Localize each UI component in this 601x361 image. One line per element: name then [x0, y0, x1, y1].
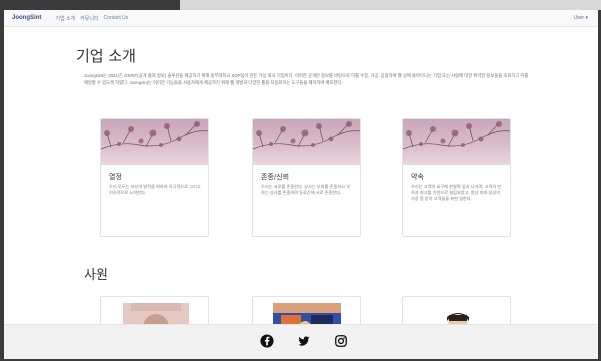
blossom-branch-image [101, 121, 208, 150]
staff-section-title: 사원 [84, 268, 108, 283]
nav-links: 기업 소개 커뮤니티 Contact Us [55, 15, 128, 22]
card-text: 우리는 서로를 존중한다. 상사는 부하를 존중하고 부하는 상사를 존중하며 … [261, 184, 351, 195]
intro-paragraph: JoongSint는 2021년, OSINT(공개 출처 정보) 솔루션을 제… [84, 73, 529, 85]
nav-link-about[interactable]: 기업 소개 [55, 15, 75, 22]
card-text: 우리는 고객의 요구에 한발짝 앞서 나가며, 고객의 만족과 최고를 기반으로… [411, 184, 502, 201]
brand-logo[interactable]: JoongSint [12, 15, 41, 21]
browser-viewport: JoongSint 기업 소개 커뮤니티 Contact Us User ▾ 기… [4, 10, 598, 359]
card-title: 약속 [411, 173, 424, 181]
twitter-icon[interactable] [297, 334, 311, 348]
footer [4, 324, 598, 359]
facebook-icon[interactable] [260, 334, 274, 348]
nav-link-contact[interactable]: Contact Us [104, 15, 129, 22]
browser-top-edge [180, 0, 601, 10]
navbar: JoongSint 기업 소개 커뮤니티 Contact Us User ▾ [4, 10, 598, 27]
nav-link-community[interactable]: 커뮤니티 [80, 15, 98, 22]
value-card-respect: 존중/신뢰 우리는 서로를 존중한다. 상사는 부하를 존중하고 부하는 상사를… [252, 118, 361, 237]
card-image [101, 119, 208, 165]
instagram-icon[interactable] [334, 334, 348, 348]
user-dropdown[interactable]: User ▾ [574, 15, 588, 21]
blossom-branch-image [403, 121, 510, 150]
card-text: 우리 모두는 자신의 발전을 위하여 적극적으로 그리고 지속적으로 노력한다. [109, 184, 201, 195]
card-image [403, 119, 510, 165]
page-title: 기업 소개 [76, 47, 136, 65]
value-cards: 열정 우리 모두는 자신의 발전을 위하여 적극적으로 그리고 지속적으로 노력… [100, 118, 520, 238]
card-title: 존중/신뢰 [261, 173, 290, 181]
social-icons [260, 334, 348, 348]
card-title: 열정 [109, 173, 122, 181]
value-card-promise: 약속 우리는 고객의 요구에 한발짝 앞서 나가며, 고객의 만족과 최고를 기… [402, 118, 511, 237]
blossom-branch-image [253, 121, 360, 150]
value-card-passion: 열정 우리 모두는 자신의 발전을 위하여 적극적으로 그리고 지속적으로 노력… [100, 118, 209, 237]
card-image [253, 119, 360, 165]
main-content: 기업 소개 JoongSint는 2021년, OSINT(공개 출처 정보) … [4, 27, 598, 336]
